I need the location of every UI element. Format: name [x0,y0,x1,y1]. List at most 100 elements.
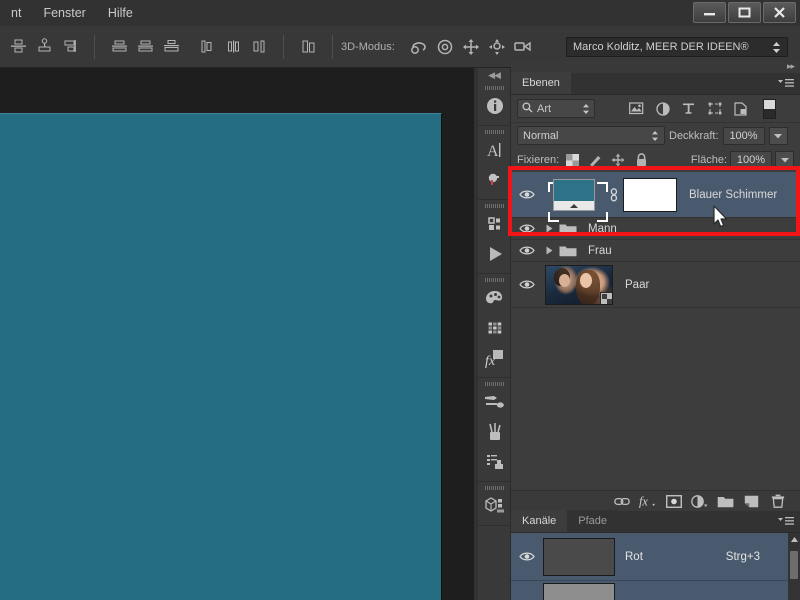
3d-pan-icon[interactable] [459,35,483,59]
swatches-icon[interactable] [478,313,511,343]
tab-pfade[interactable]: Pfade [567,510,619,532]
drag-grip[interactable] [478,84,510,91]
brush-presets-icon[interactable] [478,387,511,417]
group-disclosure-triangle[interactable] [541,246,557,255]
drag-grip[interactable] [478,128,510,135]
add-layer-mask-icon[interactable] [665,493,682,510]
fill-slider-button[interactable] [775,151,794,169]
filter-shape-icon[interactable] [703,99,726,119]
title-bar: nt Fenster Hilfe [0,0,800,26]
distribute-horizontal-centers-icon[interactable] [221,35,245,59]
channel-row-rot[interactable]: Rot Strg+3 [511,533,800,581]
new-adjustment-layer-icon[interactable] [691,493,708,510]
drag-grip[interactable] [478,484,510,491]
layer-visibility-toggle[interactable] [513,189,541,200]
distribute-bottom-edges-icon[interactable] [159,35,183,59]
svg-text:A: A [487,143,499,160]
smart-object-thumbnail[interactable] [545,264,613,305]
3d-slide-icon[interactable] [485,35,509,59]
link-layers-icon[interactable] [613,493,630,510]
clone-source-icon[interactable] [478,447,511,477]
channels-panel-menu-button[interactable] [778,516,794,527]
layer-list[interactable]: Blauer Schimmer Mann Frau Paar [511,172,800,510]
layer-mask-thumbnail[interactable] [623,177,677,212]
tab-ebenen[interactable]: Ebenen [511,72,571,94]
distribute-right-edges-icon[interactable] [247,35,271,59]
layer-comps-icon[interactable] [478,209,511,239]
opacity-slider-button[interactable] [768,126,788,145]
maximize-button[interactable] [728,2,761,23]
layer-style-fx-icon[interactable]: fx [639,493,656,510]
lock-position-icon[interactable] [608,151,628,169]
drag-grip[interactable] [478,202,510,209]
timeline-icon[interactable] [478,239,511,269]
scrollbar-thumb[interactable] [790,551,798,579]
menu-item-fenster[interactable]: Fenster [32,2,96,24]
layer-row-frau[interactable]: Frau [511,240,800,262]
align-right-edges-icon[interactable] [58,35,82,59]
opacity-value[interactable]: 100% [722,126,765,145]
lock-image-pixels-icon[interactable] [585,151,605,169]
filter-type-icon[interactable] [677,99,700,119]
brushes-icon[interactable] [478,417,511,447]
mask-link-icon[interactable] [607,187,621,202]
new-group-icon[interactable] [717,493,734,510]
layer-row-mann[interactable]: Mann [511,218,800,240]
new-layer-icon[interactable] [743,493,760,510]
drag-grip[interactable] [478,380,510,387]
info-icon[interactable] [478,91,511,121]
filter-enable-toggle[interactable] [763,98,776,119]
distribute-top-edges-icon[interactable] [107,35,131,59]
color-palette-icon[interactable] [478,283,511,313]
minimize-button[interactable] [693,2,726,23]
layer-name[interactable]: Blauer Schimmer [689,189,777,201]
layer-row-blauer-schimmer[interactable]: Blauer Schimmer [511,172,800,222]
filter-pixel-icon[interactable] [625,99,648,119]
group-disclosure-triangle[interactable] [541,224,557,233]
layer-name[interactable]: Frau [588,245,612,257]
layers-panel-menu-button[interactable] [778,78,794,89]
paragraph-icon[interactable] [478,165,511,195]
3d-roll-icon[interactable] [433,35,457,59]
distribute-left-edges-icon[interactable] [195,35,219,59]
menu-item-0[interactable]: nt [0,2,32,24]
layer-visibility-toggle[interactable] [513,245,541,256]
layer-row-paar[interactable]: Paar [511,262,800,308]
3d-panel-icon[interactable] [478,491,511,521]
filter-smart-object-icon[interactable] [729,99,752,119]
document-canvas[interactable] [0,113,442,600]
layer-visibility-toggle[interactable] [513,223,541,234]
blend-mode-dropdown[interactable]: Normal [517,126,665,145]
delete-layer-icon[interactable] [769,493,786,510]
dock-collapse-button[interactable]: ◀◀ [478,68,510,82]
auto-distribute-icon[interactable] [296,35,320,59]
tool-preset-dropdown[interactable]: Marco Kolditz, MEER DER IDEEN® [566,37,788,57]
lock-all-icon[interactable] [631,151,651,169]
layers-panel: Ebenen Art Normal Deckkraft: 100% Fixier… [511,72,800,510]
menu-item-hilfe[interactable]: Hilfe [97,2,144,24]
lock-transparent-pixels-icon[interactable] [562,151,582,169]
drag-grip[interactable] [478,276,510,283]
filter-kind-dropdown[interactable]: Art [517,99,595,118]
distribute-vertical-centers-icon[interactable] [133,35,157,59]
channel-visibility-toggle[interactable] [513,551,541,562]
layer-visibility-toggle[interactable] [513,279,541,290]
channel-list[interactable]: Rot Strg+3 [511,533,800,600]
close-button[interactable] [763,2,796,23]
layer-thumbnail-wrap[interactable] [541,178,608,222]
3d-rotate-icon[interactable] [407,35,431,59]
filter-adjustment-icon[interactable] [651,99,674,119]
channel-name: Rot [625,550,643,563]
layer-name[interactable]: Mann [588,223,617,235]
channels-scrollbar[interactable] [788,533,800,600]
styles-fx-icon[interactable]: fx [478,343,511,373]
channel-row-next[interactable] [511,581,800,600]
align-bottom-edges-icon[interactable] [32,35,56,59]
3d-scale-camera-icon[interactable] [511,35,535,59]
scroll-up-icon[interactable] [791,537,798,544]
align-vertical-center-icon[interactable] [6,35,30,59]
character-icon[interactable]: A [478,135,511,165]
tab-kanaele[interactable]: Kanäle [511,510,568,532]
fill-value[interactable]: 100% [730,151,772,169]
layer-name[interactable]: Paar [625,279,649,291]
